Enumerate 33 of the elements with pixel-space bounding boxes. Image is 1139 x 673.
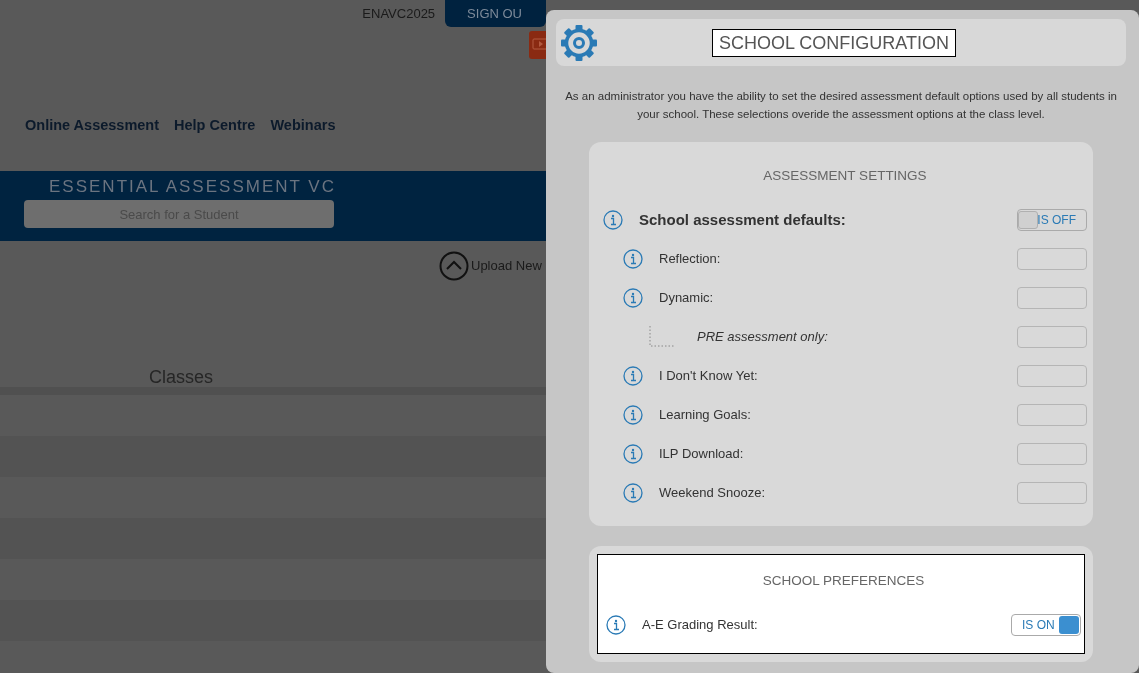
nav-link[interactable]: Webinars [270, 115, 336, 135]
sign-out-button[interactable]: SIGN OU [445, 0, 546, 27]
account-name: ENAVC2025 [362, 4, 436, 23]
setting-label: Dynamic: [659, 289, 715, 307]
info-icon[interactable] [623, 443, 643, 464]
setting-label: Reflection: [659, 250, 722, 268]
toggle-switch[interactable]: IS OFF [1017, 208, 1087, 231]
upload-link[interactable]: Upload New [471, 256, 542, 276]
info-icon[interactable] [623, 482, 643, 503]
setting-label: A-E Grading Result: [642, 616, 759, 635]
settings-icon [560, 23, 598, 62]
info-icon[interactable] [623, 404, 643, 425]
dialog-title: SCHOOL CONFIGURATION [712, 28, 956, 57]
connector-line [649, 325, 675, 348]
setting-label: I Don't Know Yet: [659, 367, 759, 385]
setting-label: Learning Goals: [659, 406, 752, 424]
setting-label: Weekend Snooze: [659, 484, 766, 502]
banner-title: ESSENTIAL ASSESSMENT VC [48, 177, 337, 197]
section-title: SCHOOL PREFERENCES [761, 572, 926, 591]
info-icon[interactable] [623, 248, 643, 269]
section-title: ASSESSMENT SETTINGS [762, 167, 928, 185]
info-icon[interactable] [623, 287, 643, 308]
setting-label: ILP Download: [659, 445, 745, 463]
info-icon[interactable] [606, 615, 626, 635]
setting-label: PRE assessment only: [697, 328, 829, 346]
nav-link[interactable]: Help Centre [174, 115, 256, 135]
chevron-up-circle-icon[interactable] [439, 251, 469, 281]
intro-text: As an administrator you have the ability to set the desired assessment default options used by all students in your school. These selections overide the assessment options at the class level. [564, 89, 1118, 122]
toggle-switch[interactable]: IS ON [1011, 614, 1081, 636]
setting-label: School assessment defaults: [639, 209, 847, 230]
info-icon[interactable] [603, 209, 623, 230]
info-icon[interactable] [623, 365, 643, 386]
nav-link[interactable]: Online Assessment [25, 115, 160, 135]
